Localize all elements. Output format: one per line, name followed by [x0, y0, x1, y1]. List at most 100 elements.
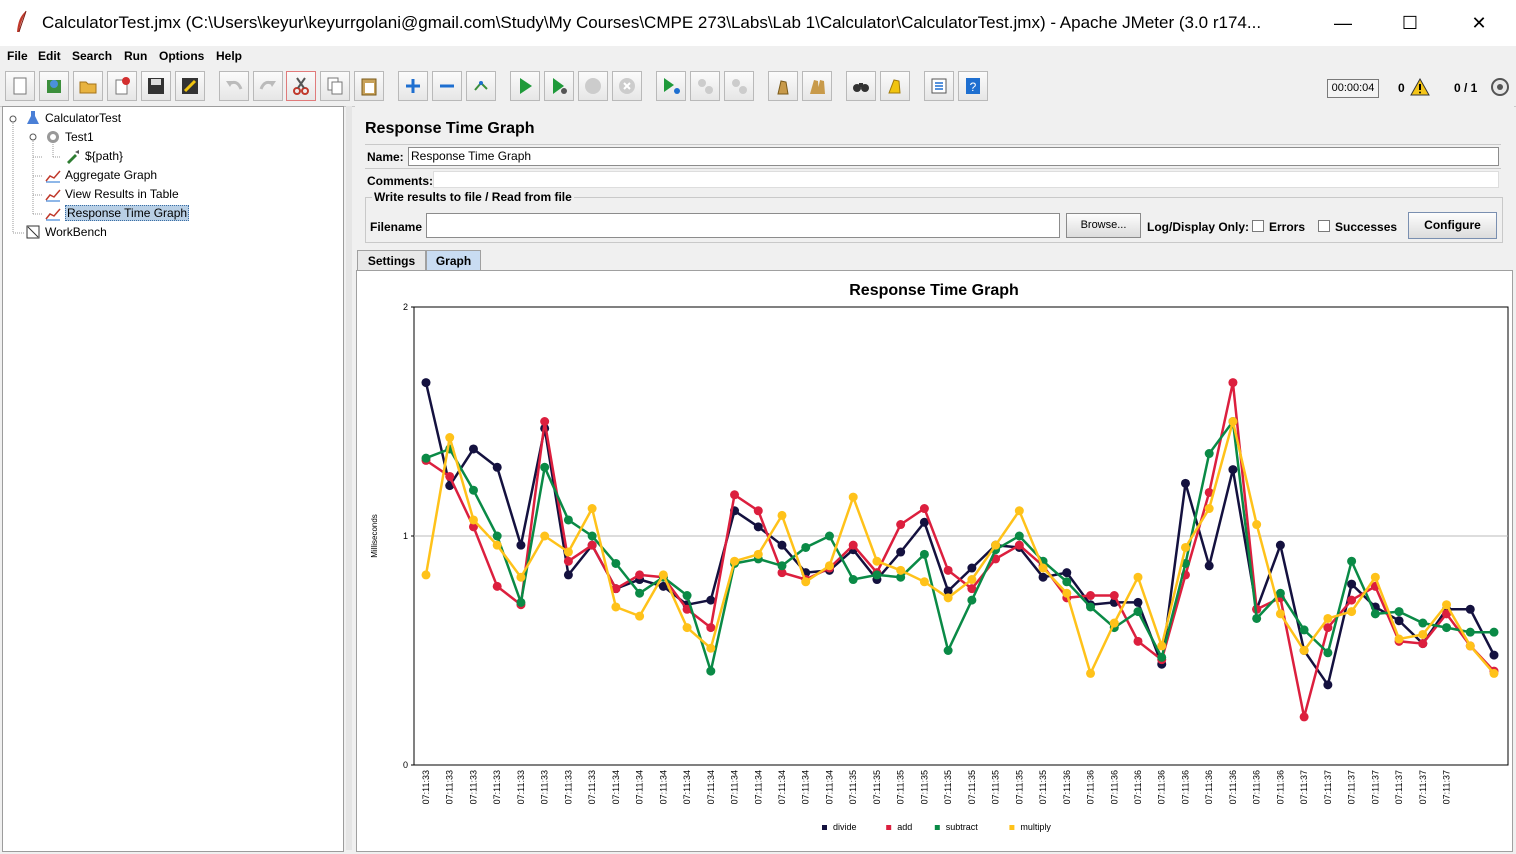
filename-field[interactable] [426, 213, 1060, 238]
templates-button[interactable] [39, 71, 69, 101]
menu-search[interactable]: Search [72, 49, 112, 63]
shutdown-button[interactable] [612, 71, 642, 101]
svg-text:?: ? [970, 80, 977, 94]
x-tick-label: 07:11:35 [991, 770, 1001, 804]
x-tick-label: 07:11:35 [967, 770, 977, 804]
graph-listener-icon [45, 170, 61, 183]
clear-button[interactable] [768, 71, 798, 101]
redo-button[interactable] [253, 71, 283, 101]
data-point-subtract [1394, 607, 1404, 617]
data-point-subtract [1062, 577, 1072, 587]
data-point-multiply [682, 623, 692, 633]
close-file-icon [115, 77, 130, 95]
warning-icon[interactable] [1410, 78, 1430, 96]
x-tick-label: 07:11:33 [445, 770, 455, 804]
menu-run[interactable]: Run [124, 49, 147, 63]
tree-node-test1[interactable]: Test1 [45, 129, 94, 145]
toggle-icon [474, 81, 488, 91]
legend-label-divide: divide [833, 822, 857, 832]
data-point-multiply [991, 540, 1001, 550]
menu-options[interactable]: Options [159, 49, 204, 63]
comments-field[interactable] [433, 171, 1499, 188]
save-as-button[interactable] [175, 71, 205, 101]
toggle-button[interactable] [466, 71, 496, 101]
data-point-multiply [1442, 600, 1452, 610]
new-document-icon [13, 77, 27, 95]
save-icon [148, 78, 164, 94]
tree-node-response-time-graph[interactable]: Response Time Graph [45, 205, 190, 221]
help-button[interactable]: ? [958, 71, 988, 101]
data-point-divide [1228, 465, 1238, 475]
series-line-subtract [425, 418, 1494, 676]
new-button[interactable] [5, 71, 35, 101]
name-field[interactable]: Response Time Graph [408, 147, 1499, 166]
search-button[interactable] [846, 71, 876, 101]
data-point-divide [1038, 572, 1048, 582]
data-point-subtract [967, 595, 977, 605]
data-point-multiply [896, 565, 906, 575]
tree-node-workbench[interactable]: WorkBench [25, 224, 107, 240]
remote-shutdown-button[interactable] [724, 71, 754, 101]
x-tick-label: 07:11:34 [730, 770, 740, 804]
x-tick-label: 07:11:35 [1014, 770, 1024, 804]
undo-button[interactable] [219, 71, 249, 101]
plus-icon [406, 79, 420, 93]
browse-button[interactable]: Browse... [1066, 213, 1141, 238]
successes-checkbox[interactable] [1318, 220, 1330, 232]
graph-listener-icon [45, 208, 61, 221]
remote-start-button[interactable] [656, 71, 686, 101]
clear-all-button[interactable] [802, 71, 832, 101]
x-tick-label: 07:11:36 [1086, 770, 1096, 804]
name-row: Name: Response Time Graph [365, 144, 1501, 167]
close-button[interactable]: ✕ [1456, 0, 1502, 46]
open-button[interactable] [73, 71, 103, 101]
configure-button[interactable]: Configure [1408, 212, 1497, 239]
paste-button[interactable] [354, 71, 384, 101]
data-point-multiply [1347, 607, 1357, 617]
tree-node-aggregate-graph[interactable]: Aggregate Graph [45, 167, 157, 183]
series-line-divide [424, 382, 1496, 688]
y-tick-label: 0 [403, 760, 408, 770]
data-point-add [730, 490, 740, 500]
menu-edit[interactable]: Edit [38, 49, 61, 63]
data-point-subtract [492, 531, 502, 541]
tree-node-path-sampler[interactable]: ${path} [65, 148, 123, 164]
function-helper-button[interactable] [924, 71, 954, 101]
copy-button[interactable] [320, 71, 350, 101]
chart-title: Response Time Graph [849, 282, 1019, 299]
errors-checkbox[interactable] [1252, 220, 1264, 232]
minimize-button[interactable]: — [1320, 0, 1366, 46]
menu-help[interactable]: Help [216, 49, 242, 63]
panel-splitter[interactable] [346, 106, 352, 850]
collapse-all-button[interactable] [432, 71, 462, 101]
menu-file[interactable]: File [7, 49, 28, 63]
tree-node-calculator-test[interactable]: CalculatorTest [25, 110, 121, 126]
x-tick-label: 07:11:34 [706, 770, 716, 804]
x-tick-label: 07:11:36 [1133, 770, 1143, 804]
y-tick-label: 2 [403, 302, 408, 312]
expand-all-button[interactable] [398, 71, 428, 101]
start-button[interactable] [510, 71, 540, 101]
maximize-button[interactable]: ☐ [1387, 0, 1433, 46]
data-point-subtract [587, 531, 597, 541]
close-file-button[interactable] [107, 71, 137, 101]
data-point-subtract [1442, 623, 1452, 633]
data-point-add [540, 417, 550, 426]
reset-search-button[interactable] [880, 71, 910, 101]
tab-graph[interactable]: Graph [426, 250, 481, 270]
reset-search-icon [888, 79, 901, 94]
data-point-multiply [801, 577, 811, 587]
cut-button[interactable] [286, 71, 316, 101]
data-point-add [706, 623, 716, 633]
data-point-multiply [1370, 572, 1380, 582]
redo-icon [259, 80, 276, 90]
tree-node-view-results-table[interactable]: View Results in Table [45, 186, 179, 202]
stop-button[interactable] [578, 71, 608, 101]
x-tick-label: 07:11:35 [896, 770, 906, 804]
x-tick-label: 07:11:37 [1370, 770, 1380, 804]
tab-settings[interactable]: Settings [357, 250, 426, 270]
save-button[interactable] [141, 71, 171, 101]
elapsed-timer: 00:00:04 [1327, 79, 1379, 98]
remote-stop-button[interactable] [690, 71, 720, 101]
start-no-pauses-button[interactable] [544, 71, 574, 101]
